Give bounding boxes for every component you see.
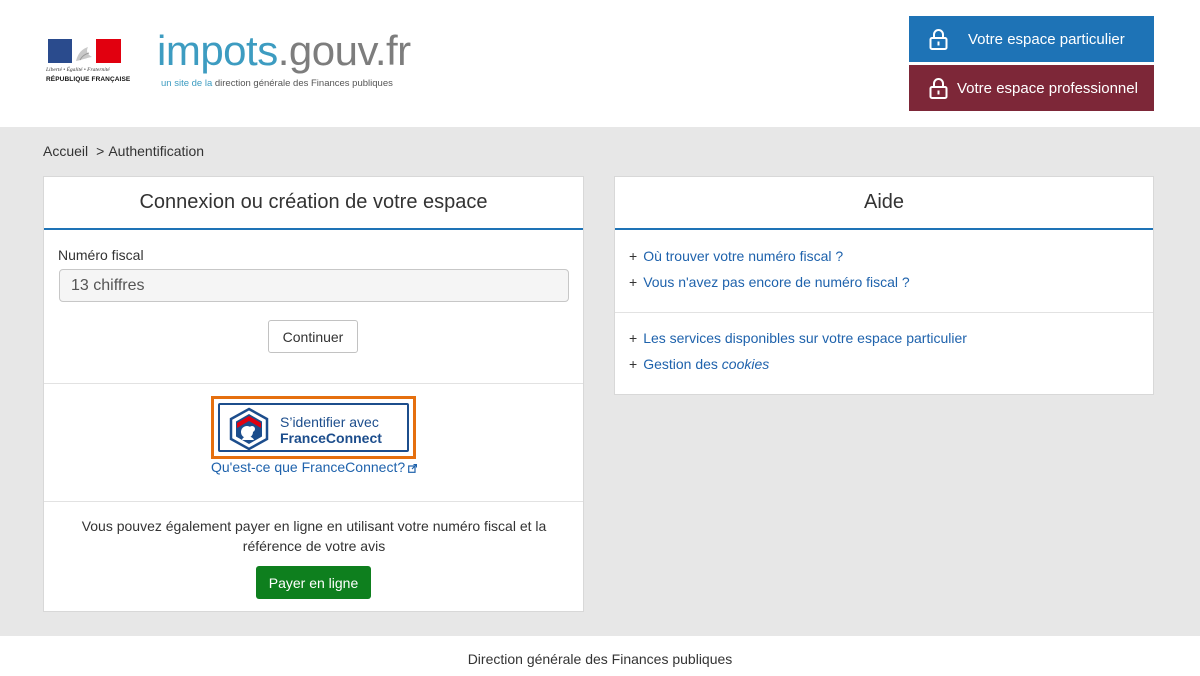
republique-francaise-logo[interactable]: Liberté • Égalité • Fraternité RÉPUBLIQU… [46,39,131,87]
espace-professionnel-button[interactable]: Votre espace professionnel [909,65,1154,111]
help-link-no-fiscal-number[interactable]: + Vous n'avez pas encore de numéro fiscal… [629,269,910,295]
site-footer: Direction générale des Finances publique… [0,636,1200,676]
footer-text: Direction générale des Finances publique… [467,651,733,667]
brand-gouv: .gouv.fr [277,27,411,74]
pay-online-description: Vous pouvez également payer en ligne en … [81,518,547,554]
franceconnect-info-link[interactable]: Qu'est-ce que FranceConnect? [211,459,418,475]
franceconnect-button[interactable]: S’identifier avec FranceConnect [211,396,416,459]
site-tagline: un site de la direction générale des Fin… [161,78,393,89]
plus-icon: + [629,274,638,290]
plus-icon: + [629,356,638,372]
help-links-group: + Où trouver votre numéro fiscal ? + Vous … [629,243,910,295]
divider [615,312,1153,313]
main-content: Accueil > Authentification Connexion ou cr… [0,127,1200,636]
help-link-available-services[interactable]: + Les services disponibles sur votre espa… [629,325,967,351]
help-link-label: Vous n'avez pas encore de numéro fiscal … [643,274,910,290]
plus-icon: + [629,330,638,346]
help-link-label: Où trouver votre numéro fiscal ? [643,248,844,264]
tagline-prefix: un site de la [161,78,213,89]
help-panel-title: Aide [615,177,1153,230]
lock-icon [929,29,948,50]
breadcrumb-separator: > [96,143,105,159]
help-link-cookies-word: cookies [721,356,770,372]
continue-button[interactable]: Continuer [268,320,358,353]
breadcrumb: Accueil > Authentification [43,143,204,159]
breadcrumb-home-link[interactable]: Accueil [43,143,88,159]
fiscal-number-label: Numéro fiscal [58,247,144,263]
help-link-find-fiscal-number[interactable]: + Où trouver votre numéro fiscal ? [629,243,910,269]
help-panel: Aide + Où trouver votre numéro fiscal ? +… [614,176,1154,395]
espace-professionnel-label: Votre espace professionnel [957,79,1138,97]
breadcrumb-current: Authentification [108,143,205,159]
login-panel: Connexion ou création de votre espace Nu… [43,176,584,612]
espace-particulier-button[interactable]: Votre espace particulier [909,16,1154,62]
login-panel-title: Connexion ou création de votre espace [44,177,583,230]
pay-online-button[interactable]: Payer en ligne [256,566,371,599]
divider [44,501,583,502]
franceconnect-button-inner: S’identifier avec FranceConnect [218,403,409,452]
divider [44,383,583,384]
site-brand-logo[interactable]: impots.gouv.fr [157,28,411,74]
plus-icon: + [629,248,638,264]
franceconnect-label-line2: FranceConnect [280,430,382,446]
republic-motto: Liberté • Égalité • Fraternité [46,67,110,73]
fiscal-number-input[interactable] [59,269,569,302]
republic-name: RÉPUBLIQUE FRANÇAISE [46,76,131,83]
franceconnect-logo-icon [229,407,269,451]
marianne-flag-icon [48,39,121,63]
help-link-label: Les services disponibles sur votre espac… [643,330,967,346]
brand-impots: impots [157,27,278,74]
external-link-icon [408,463,418,473]
franceconnect-label-line1: S’identifier avec [280,414,379,430]
site-header: Liberté • Égalité • Fraternité RÉPUBLIQU… [0,0,1200,127]
help-link-label: Gestion des [643,356,718,372]
help-links-group: + Les services disponibles sur votre espa… [629,325,967,377]
franceconnect-info-link-text: Qu'est-ce que FranceConnect? [211,459,406,475]
lock-icon [929,78,948,99]
help-link-cookies[interactable]: + Gestion des cookies [629,351,967,377]
tagline-org: direction générale des Finances publique… [214,78,393,89]
espace-particulier-label: Votre espace particulier [968,30,1125,48]
